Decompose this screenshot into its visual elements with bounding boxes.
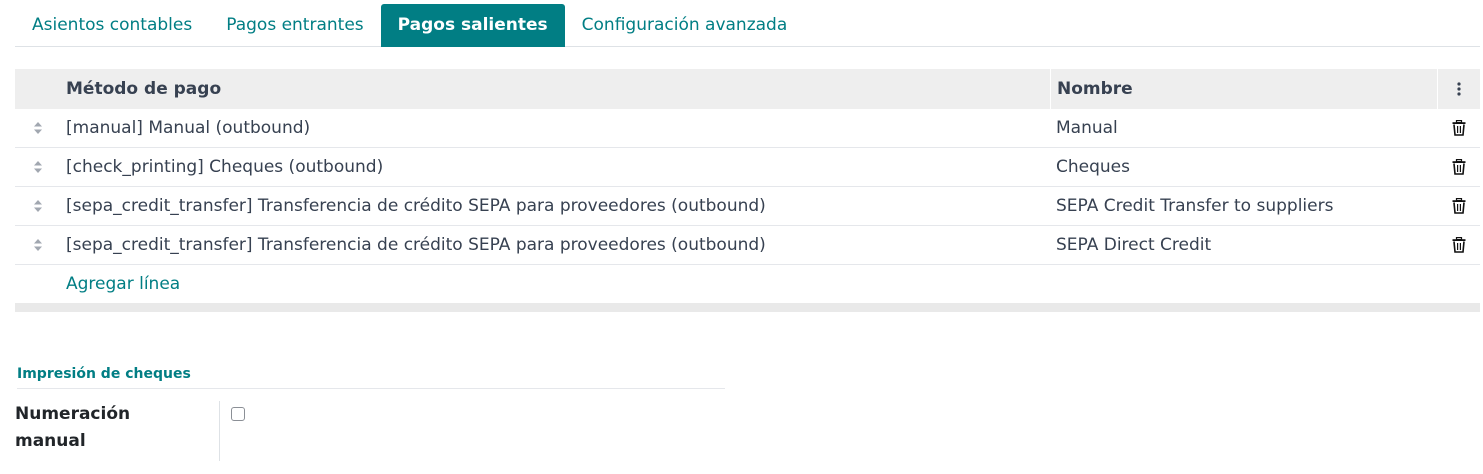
tab-pagos-entrantes[interactable]: Pagos entrantes xyxy=(209,4,380,46)
add-line-link[interactable]: Agregar línea xyxy=(66,274,180,294)
column-header-name[interactable]: Nombre xyxy=(1050,69,1437,109)
add-line-row: Agregar línea xyxy=(15,265,1480,303)
trash-icon[interactable] xyxy=(1452,198,1466,214)
drag-handle-icon[interactable] xyxy=(33,199,43,213)
drag-handle-icon[interactable] xyxy=(33,238,43,252)
trash-icon[interactable] xyxy=(1452,159,1466,175)
table-row[interactable]: [manual] Manual (outbound) Manual xyxy=(15,109,1480,148)
table-row[interactable]: [check_printing] Cheques (outbound) Cheq… xyxy=(15,148,1480,187)
column-header-method[interactable]: Método de pago xyxy=(60,69,1050,109)
field-separator xyxy=(219,401,220,461)
row-drag-handle[interactable] xyxy=(15,148,60,186)
row-method-cell[interactable]: [manual] Manual (outbound) xyxy=(15,109,1050,147)
row-drag-handle[interactable] xyxy=(15,109,60,147)
field-label-manual-numbering: Numeración manual xyxy=(15,404,131,451)
row-drag-handle[interactable] xyxy=(15,226,60,264)
header-handle-cell xyxy=(15,69,60,109)
row-name-cell[interactable]: Cheques xyxy=(1050,148,1437,186)
notebook-tabs: Asientos contables Pagos entrantes Pagos… xyxy=(15,0,1480,47)
tab-asientos-contables[interactable]: Asientos contables xyxy=(15,4,209,46)
row-method-cell[interactable]: [check_printing] Cheques (outbound) xyxy=(15,148,1050,186)
manual-numbering-checkbox[interactable] xyxy=(231,407,245,421)
row-method-cell[interactable]: [sepa_credit_transfer] Transferencia de … xyxy=(15,187,1050,225)
table-row[interactable]: [sepa_credit_transfer] Transferencia de … xyxy=(15,187,1480,226)
row-method-cell[interactable]: [sepa_credit_transfer] Transferencia de … xyxy=(15,226,1050,264)
row-delete-button[interactable] xyxy=(1437,148,1480,186)
row-name-cell[interactable]: SEPA Direct Credit xyxy=(1050,226,1437,264)
column-options-button[interactable] xyxy=(1437,69,1480,109)
payment-methods-table: Método de pago Nombre [manual] Manual (o… xyxy=(15,69,1480,312)
table-header: Método de pago Nombre xyxy=(15,69,1480,109)
row-drag-handle[interactable] xyxy=(15,187,60,225)
row-delete-button[interactable] xyxy=(1437,109,1480,147)
row-name-cell[interactable]: Manual xyxy=(1050,109,1437,147)
section-title-check-printing: Impresión de cheques xyxy=(17,366,725,389)
table-footer xyxy=(15,303,1480,312)
row-delete-button[interactable] xyxy=(1437,187,1480,225)
trash-icon[interactable] xyxy=(1452,120,1466,136)
tab-pagos-salientes[interactable]: Pagos salientes xyxy=(380,4,565,47)
row-delete-button[interactable] xyxy=(1437,226,1480,264)
drag-handle-icon[interactable] xyxy=(33,160,43,174)
tab-configuracion-avanzada[interactable]: Configuración avanzada xyxy=(565,4,805,46)
drag-handle-icon[interactable] xyxy=(33,121,43,135)
row-name-cell[interactable]: SEPA Credit Transfer to suppliers xyxy=(1050,187,1437,225)
table-row[interactable]: [sepa_credit_transfer] Transferencia de … xyxy=(15,226,1480,265)
kebab-vertical-icon[interactable] xyxy=(1457,82,1461,96)
payment-settings-view: Asientos contables Pagos entrantes Pagos… xyxy=(0,0,1483,474)
trash-icon[interactable] xyxy=(1452,237,1466,253)
